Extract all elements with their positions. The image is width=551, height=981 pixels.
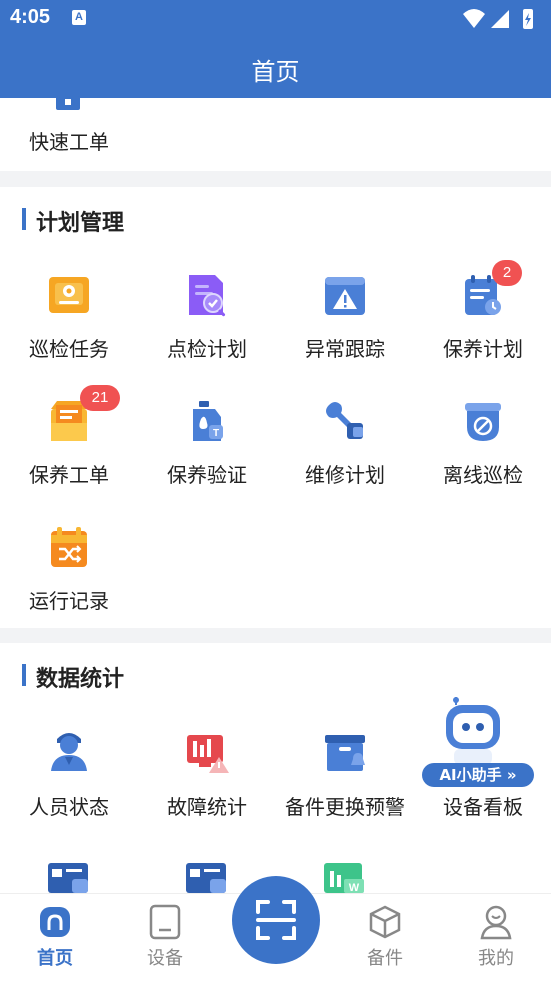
quick-order-icon xyxy=(56,96,80,110)
plan-item-label: 点检计划 xyxy=(167,337,247,361)
plan-item-maintenance-order[interactable]: 21 保养工单 xyxy=(0,385,138,489)
stats-item-label: 故障统计 xyxy=(167,795,247,819)
scan-icon xyxy=(256,900,296,940)
plan-item-label: 保养验证 xyxy=(167,463,247,487)
staff-status-icon xyxy=(51,733,87,771)
plan-item-label: 保养工单 xyxy=(29,463,109,487)
anomaly-tracking-icon xyxy=(325,277,365,315)
inspection-task-icon xyxy=(49,277,89,313)
plan-section-title: 计划管理 xyxy=(22,205,124,237)
maintenance-plan-badge: 2 xyxy=(492,260,522,286)
ai-assistant-button[interactable]: AI小助手 » xyxy=(416,697,536,795)
plan-item-label: 离线巡检 xyxy=(443,463,523,487)
ai-assistant-label: AI小助手 » xyxy=(439,766,517,784)
tab-label: 设备 xyxy=(147,948,183,969)
scan-button[interactable] xyxy=(232,876,320,964)
stats-item-label: 备件更换预警 xyxy=(285,795,405,819)
maintenance-verify-icon: T xyxy=(193,401,223,441)
stats-item-fault-stats[interactable]: 故障统计 xyxy=(138,729,276,819)
tab-label: 我的 xyxy=(478,948,514,969)
notification-a-icon: A xyxy=(72,10,86,25)
tab-label: 备件 xyxy=(367,948,403,969)
spare-warning-icon xyxy=(325,735,365,771)
plan-item-label: 保养计划 xyxy=(443,337,523,361)
quick-order-label: 快速工单 xyxy=(29,130,109,154)
offline-inspection-icon xyxy=(465,403,501,441)
quick-card: 快速工单 xyxy=(0,96,551,171)
report-icon xyxy=(48,863,88,893)
plan-item-maintenance-verify[interactable]: T 保养验证 xyxy=(138,399,276,489)
tab-label: 首页 xyxy=(37,948,73,969)
stats-item-staff-status[interactable]: 人员状态 xyxy=(0,729,138,819)
home-icon xyxy=(40,907,70,937)
plan-management-card: 计划管理 巡检任务 点检计划 异常跟踪 2 保养计划 21 保养工单 T 保养验… xyxy=(0,187,551,628)
plan-item-repair-plan[interactable]: 维修计划 xyxy=(276,399,414,489)
excel-chart-icon: W xyxy=(324,863,364,893)
spare-parts-icon xyxy=(369,905,401,939)
status-bar: 4:05 A xyxy=(0,0,551,38)
run-record-icon xyxy=(51,527,87,567)
stats-item-label: 人员状态 xyxy=(29,795,109,819)
plan-item-run-record[interactable]: 运行记录 xyxy=(0,525,138,615)
svg-text:T: T xyxy=(213,428,219,439)
status-icons xyxy=(463,9,533,29)
device-icon xyxy=(149,904,181,940)
page-title: 首页 xyxy=(251,58,300,86)
maintenance-order-badge: 21 xyxy=(80,385,120,411)
plan-item-label: 巡检任务 xyxy=(29,337,109,361)
plan-item-offline-inspection[interactable]: 离线巡检 xyxy=(414,399,551,489)
stats-section-title: 数据统计 xyxy=(22,661,124,693)
stats-item-label: 设备看板 xyxy=(443,795,523,819)
stats-item-spare-warning[interactable]: 备件更换预警 xyxy=(276,729,414,819)
plan-item-anomaly-tracking[interactable]: 异常跟踪 xyxy=(276,273,414,363)
repair-plan-icon xyxy=(326,402,363,439)
plan-item-spot-check-plan[interactable]: 点检计划 xyxy=(138,273,276,363)
tab-spare-parts[interactable]: 备件 xyxy=(345,904,425,970)
chart-report-icon xyxy=(186,863,226,893)
svg-text:W: W xyxy=(349,882,360,893)
fault-stats-icon xyxy=(187,735,229,773)
status-time: 4:05 xyxy=(10,6,51,28)
tab-profile[interactable]: 我的 xyxy=(456,904,536,970)
spot-check-plan-icon xyxy=(189,275,226,317)
plan-item-label: 异常跟踪 xyxy=(305,337,385,361)
app-bar: 首页 xyxy=(0,38,551,98)
tab-home[interactable]: 首页 xyxy=(15,904,95,970)
profile-icon xyxy=(480,905,512,940)
plan-item-maintenance-plan[interactable]: 2 保养计划 xyxy=(414,260,551,363)
plan-item-label: 运行记录 xyxy=(29,589,109,613)
plan-item-label: 维修计划 xyxy=(305,463,385,487)
plan-item-inspection-task[interactable]: 巡检任务 xyxy=(0,273,138,363)
tab-device[interactable]: 设备 xyxy=(125,904,205,970)
